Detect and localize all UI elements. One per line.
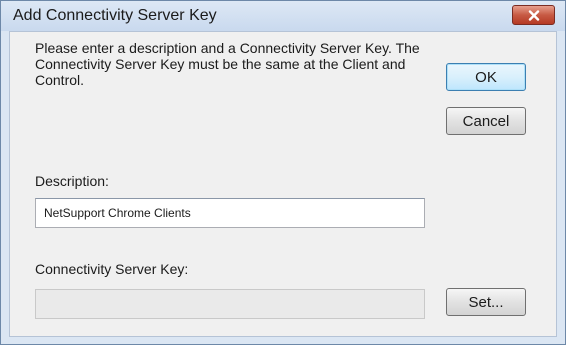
server-key-label: Connectivity Server Key: [35, 261, 189, 277]
title-bar[interactable]: Add Connectivity Server Key [1, 1, 565, 31]
description-label: Description: [35, 173, 109, 189]
close-icon [528, 9, 539, 21]
set-key-button[interactable]: Set... [446, 288, 526, 316]
description-input[interactable]: NetSupport Chrome Clients [35, 198, 425, 228]
dialog-window: Add Connectivity Server Key Please enter… [0, 0, 566, 345]
close-button[interactable] [512, 5, 555, 25]
ok-button[interactable]: OK [446, 63, 526, 91]
server-key-field [35, 289, 425, 319]
cancel-button[interactable]: Cancel [446, 107, 526, 135]
dialog-body: Please enter a description and a Connect… [9, 31, 557, 337]
instructions-text: Please enter a description and a Connect… [35, 40, 420, 88]
dialog-title: Add Connectivity Server Key [13, 7, 217, 24]
